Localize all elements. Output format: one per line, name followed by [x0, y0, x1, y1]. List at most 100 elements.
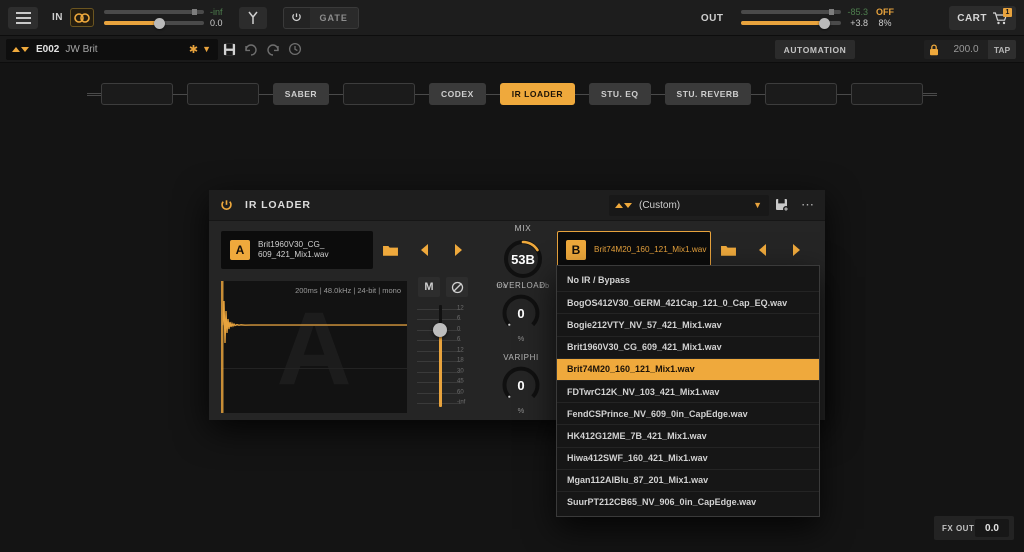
output-state-readout[interactable]: OFF 8% — [876, 7, 894, 29]
chain-slot-stu-eq[interactable]: STU. EQ — [589, 83, 651, 105]
overload-value: 0 — [517, 305, 525, 321]
variphi-label: VARIPHI — [503, 353, 539, 362]
dropdown-item[interactable]: Mgan112AlBlu_87_201_Mix1.wav — [557, 468, 819, 491]
next-arrow-icon[interactable] — [441, 231, 475, 269]
tuner-icon[interactable] — [238, 6, 267, 29]
up-down-arrows-icon[interactable] — [615, 202, 632, 208]
fader-tick-label: 18 — [457, 357, 464, 364]
ir-file-dropdown: No IR / Bypass BogOS412V30_GERM_421Cap_12… — [556, 265, 820, 518]
next-arrow-icon[interactable] — [779, 231, 813, 269]
chain-wire — [329, 93, 344, 95]
dropdown-item[interactable]: Brit74M20_160_121_Mix1.wav — [557, 357, 819, 380]
chain-slots: SABER CODEX IR LOADER STU. EQ STU. REVERB — [86, 83, 938, 105]
output-section: OUT -85.3 +3.8 OFF 8% — [701, 0, 894, 36]
chain-slot-saber[interactable]: SABER — [272, 83, 330, 105]
more-options-icon[interactable]: ⋯ — [795, 197, 821, 213]
cart-button[interactable]: CART 1 — [949, 6, 1016, 30]
chain-slot-ir-loader[interactable]: IR LOADER — [499, 83, 576, 105]
previous-arrow-icon[interactable] — [745, 231, 779, 269]
history-icon[interactable] — [284, 39, 306, 60]
dropdown-item[interactable]: Bogie212VTY_NV_57_421_Mix1.wav — [557, 313, 819, 335]
dropdown-item[interactable]: HK412G12ME_7B_421_Mix1.wav — [557, 424, 819, 446]
ir-slot-a-filename: Brit1960V30_CG_ 609_421_Mix1.wav — [258, 240, 329, 260]
overload-knob[interactable]: 0 — [501, 293, 541, 333]
save-as-icon[interactable] — [769, 198, 795, 212]
cart-badge: 1 — [1003, 8, 1012, 17]
overload-unit: % — [517, 334, 525, 343]
preset-name: JW Brit — [65, 43, 98, 55]
ir-slot-b-filename: Brit74M20_160_121_Mix1.wav — [594, 245, 707, 254]
variphi-unit: % — [517, 406, 525, 415]
fader-knob[interactable] — [433, 323, 447, 337]
dropdown-item[interactable]: Brit1960V30_CG_609_421_Mix1.wav — [557, 335, 819, 358]
chain-slot-empty-0[interactable] — [100, 83, 173, 105]
folder-icon[interactable] — [711, 231, 745, 269]
save-icon[interactable] — [218, 39, 240, 60]
chain-slot-empty-9[interactable] — [851, 83, 924, 105]
ir-slot-a-filename-line2: 609_421_Mix1.wav — [258, 250, 329, 259]
chain-slot-empty-1[interactable] — [186, 83, 259, 105]
ir-slot-a-name-field[interactable]: A Brit1960V30_CG_ 609_421_Mix1.wav — [221, 231, 373, 269]
stereo-link-icon[interactable] — [70, 8, 94, 27]
chain-slot-empty-8[interactable] — [765, 83, 838, 105]
output-state-label: OFF — [876, 7, 894, 17]
star-icon[interactable]: ✱ — [189, 43, 198, 56]
panel-preset-selector[interactable]: (Custom) ▼ — [609, 194, 769, 216]
fader-tick-label: 12 — [457, 305, 464, 312]
fx-out-value[interactable]: 0.0 — [975, 519, 1009, 537]
ir-slot-a: A Brit1960V30_CG_ 609_421_Mix1.wav — [221, 231, 475, 269]
chevron-down-icon[interactable]: ▼ — [753, 200, 762, 210]
ir-slot-b-name-field[interactable]: B Brit74M20_160_121_Mix1.wav — [557, 231, 711, 269]
redo-icon[interactable] — [262, 39, 284, 60]
tempo-value[interactable]: 200.0 — [944, 44, 988, 55]
chain-wire — [86, 92, 101, 96]
fader-tick-label: 6 — [457, 336, 461, 343]
dropdown-item[interactable]: No IR / Bypass — [557, 269, 819, 291]
chain-wire — [751, 93, 766, 95]
preset-toolbar: E002 JW Brit ✱ ▼ AUTOMATION 200.0 TAP — [0, 36, 1024, 63]
folder-icon[interactable] — [373, 231, 407, 269]
fader-track[interactable]: 12 6 0 6 12 18 30 45 60 -inf — [411, 301, 475, 411]
preset-selector[interactable]: E002 JW Brit ✱ ▼ — [6, 38, 218, 60]
fader-tick-label: 0 — [457, 326, 461, 333]
chain-slot-codex[interactable]: CODEX — [429, 83, 486, 105]
chevron-down-icon[interactable]: ▼ — [202, 44, 211, 54]
mix-label: MIX — [514, 223, 532, 233]
gate-button[interactable]: GATE — [309, 7, 358, 28]
automation-button[interactable]: AUTOMATION — [775, 40, 855, 59]
dropdown-item[interactable]: FendCSPrince_NV_609_0in_CapEdge.wav — [557, 402, 819, 424]
menu-icon[interactable] — [8, 6, 38, 29]
fx-out-control[interactable]: FX OUT 0.0 — [934, 516, 1014, 540]
dropdown-item[interactable]: BogOS412V30_GERM_421Cap_121_0_Cap_EQ.wav — [557, 291, 819, 313]
chain-slot-empty-3[interactable] — [343, 83, 416, 105]
previous-arrow-icon[interactable] — [407, 231, 441, 269]
dropdown-item[interactable]: Hiwa412SWF_160_421_Mix1.wav — [557, 446, 819, 469]
chain-slot-stu-reverb[interactable]: STU. REVERB — [664, 83, 752, 105]
mix-value: 53B — [511, 251, 535, 267]
output-gain-slider[interactable] — [741, 5, 842, 31]
lock-icon[interactable] — [924, 43, 944, 56]
input-value-readout: -inf 0.0 — [210, 7, 223, 29]
top-toolbar: IN -inf 0.0 GATE OUT -85.3 +3.8 OFF 8% C… — [0, 0, 1024, 36]
power-icon[interactable] — [284, 8, 310, 28]
mute-button[interactable]: M — [418, 277, 440, 297]
undo-icon[interactable] — [240, 39, 262, 60]
input-gain-slider[interactable] — [104, 5, 204, 31]
fx-out-label: FX OUT — [942, 523, 975, 533]
chain-wire — [923, 92, 938, 96]
fader-tick-label: 12 — [457, 347, 464, 354]
tap-button[interactable]: TAP — [988, 40, 1016, 59]
input-label: IN — [52, 12, 63, 23]
variphi-knob[interactable]: 0 — [501, 365, 541, 405]
phase-invert-icon[interactable] — [446, 277, 468, 297]
dropdown-item[interactable]: SuurPT212CB65_NV_906_0in_CapEdge.wav — [557, 490, 819, 513]
fader-tick-label: 6 — [457, 315, 461, 322]
variphi-control: VARIPHI 0 % — [485, 353, 557, 415]
mix-knob[interactable]: 53B — [501, 237, 545, 281]
gate-control: GATE — [282, 6, 359, 29]
dropdown-item[interactable]: FDTwrC12K_NV_103_421_Mix1.wav — [557, 379, 819, 402]
signal-chain: SABER CODEX IR LOADER STU. EQ STU. REVERB — [0, 63, 1024, 125]
up-down-arrows-icon[interactable] — [12, 46, 29, 52]
power-icon[interactable] — [220, 199, 233, 212]
waveform-display[interactable]: A 200ms | 48.0kHz | 24-bit | mono — [221, 281, 407, 413]
